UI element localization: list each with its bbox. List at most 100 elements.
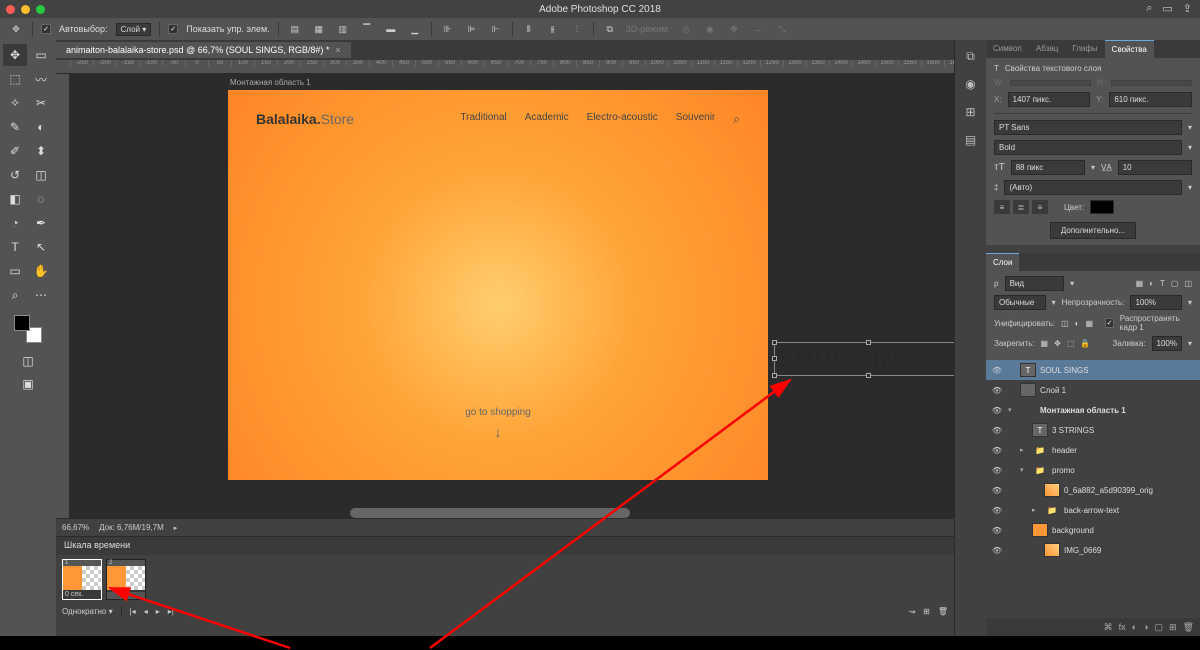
unify-visibility-icon[interactable]: ◐ [1075, 319, 1080, 328]
canvas[interactable]: Монтажная область 1 Balalaika.Store Trad… [70, 74, 954, 518]
align-right-icon[interactable]: ▥ [335, 21, 351, 37]
slide-3d-icon[interactable]: ↔ [750, 21, 766, 37]
magic-wand-tool[interactable]: ✧ [3, 92, 27, 114]
layer-row[interactable]: 👁background [986, 520, 1200, 540]
pan-3d-icon[interactable]: ✥ [726, 21, 742, 37]
layer-mask-icon[interactable]: ◐ [1132, 622, 1137, 632]
artboard-label[interactable]: Монтажная область 1 [230, 78, 311, 87]
tracking-field[interactable]: 10 [1118, 160, 1192, 175]
filter-text-icon[interactable]: T [1160, 279, 1165, 288]
pen-tool[interactable]: ✒ [29, 212, 53, 234]
lock-all-icon[interactable]: 🔒 [1080, 339, 1090, 348]
y-field[interactable]: 610 пикс. [1109, 92, 1192, 107]
layer-filter-dropdown[interactable]: Вид [1005, 276, 1065, 291]
new-layer-icon[interactable]: ⊞ [1169, 622, 1177, 633]
crop-tool[interactable]: ✂ [29, 92, 53, 114]
lock-artboard-icon[interactable]: ⬚ [1067, 339, 1075, 348]
duplicate-frame-button[interactable]: ⊞ [923, 607, 930, 616]
lock-position-icon[interactable]: ✥ [1054, 339, 1061, 348]
fill-field[interactable]: 100% [1152, 336, 1182, 351]
tab-glyphs[interactable]: Глифы [1065, 40, 1104, 58]
visibility-icon[interactable]: 👁 [990, 526, 1004, 535]
loop-dropdown[interactable]: Однократно ▾ [62, 607, 113, 616]
adjustment-layer-icon[interactable]: ◑ [1143, 622, 1148, 632]
screen-mode-tool[interactable]: ▣ [16, 373, 40, 395]
layer-row[interactable]: 👁TSOUL SINGS [986, 360, 1200, 380]
delete-layer-icon[interactable]: 🗑 [1183, 622, 1194, 633]
eraser-tool[interactable]: ◫ [29, 164, 53, 186]
zoom-level[interactable]: 66,67% [62, 523, 89, 532]
layer-row[interactable]: 👁▾📁promo [986, 460, 1200, 480]
opacity-field[interactable]: 100% [1130, 295, 1182, 310]
horizontal-ruler[interactable]: -250-200-150-100-50050100150200250300350… [56, 60, 954, 74]
move-tool[interactable]: ✥ [3, 44, 27, 66]
next-frame-button[interactable]: ▸| [168, 607, 174, 616]
eyedropper-tool[interactable]: ✎ [3, 116, 27, 138]
blur-tool[interactable]: ◌ [29, 188, 53, 210]
dodge-tool[interactable]: ◔ [3, 212, 27, 234]
distribute-4-icon[interactable]: ⫴ [521, 21, 537, 37]
distribute-3-icon[interactable]: ⊩ [488, 21, 504, 37]
distribute-2-icon[interactable]: ⊫ [464, 21, 480, 37]
type-tool[interactable]: T [3, 236, 27, 258]
unify-style-icon[interactable]: ▦ [1086, 319, 1094, 328]
visibility-icon[interactable]: 👁 [990, 406, 1004, 415]
distribute-1-icon[interactable]: ⊪ [440, 21, 456, 37]
foreground-color[interactable] [14, 315, 30, 331]
quick-mask-tool[interactable]: ◫ [16, 350, 40, 372]
lock-pixels-icon[interactable]: ▦ [1041, 339, 1049, 348]
prev-frame-button[interactable]: ◂ [144, 607, 148, 616]
tab-character[interactable]: Символ [986, 40, 1029, 58]
workspace-icon[interactable]: ▭ [1162, 2, 1172, 15]
selected-text-layer[interactable]: SOUL SINGS [778, 346, 936, 374]
align-center-h-icon[interactable]: ▦ [311, 21, 327, 37]
horizontal-scrollbar[interactable] [350, 508, 630, 518]
tween-button[interactable]: ↝ [908, 607, 915, 616]
advanced-button[interactable]: Дополнительно... [1050, 222, 1136, 239]
x-field[interactable]: 1407 пикс. [1008, 92, 1091, 107]
roll-3d-icon[interactable]: ◉ [702, 21, 718, 37]
leading-field[interactable]: (Авто) [1004, 180, 1182, 195]
visibility-icon[interactable]: 👁 [990, 426, 1004, 435]
history-brush-tool[interactable]: ↺ [3, 164, 27, 186]
share-icon[interactable]: ⇪ [1183, 2, 1192, 15]
align-text-right[interactable]: ≡ [1032, 200, 1048, 214]
maximize-window-button[interactable] [36, 5, 45, 14]
auto-select-checkbox[interactable]: ✓ [41, 24, 51, 34]
align-left-icon[interactable]: ▤ [287, 21, 303, 37]
close-window-button[interactable] [6, 5, 15, 14]
align-text-center[interactable]: ≣ [1013, 200, 1029, 214]
align-text-left[interactable]: ≡ [994, 200, 1010, 214]
brush-tool[interactable]: ✐ [3, 140, 27, 162]
filter-pixel-icon[interactable]: ▦ [1136, 279, 1144, 288]
gradient-tool[interactable]: ◧ [3, 188, 27, 210]
dock-libraries-icon[interactable]: ▤ [961, 130, 981, 150]
hand-tool[interactable]: ✋ [29, 260, 53, 282]
text-color-swatch[interactable] [1090, 200, 1114, 214]
propagate-checkbox[interactable]: ✓ [1105, 318, 1114, 328]
edit-toolbar[interactable]: ⋯ [29, 284, 53, 306]
layer-group-icon[interactable]: ▢ [1155, 622, 1164, 633]
tab-paragraph[interactable]: Абзац [1029, 40, 1065, 58]
layer-fx-icon[interactable]: fx [1119, 622, 1126, 632]
filter-shape-icon[interactable]: ▢ [1171, 279, 1179, 288]
filter-adjust-icon[interactable]: ◐ [1149, 279, 1154, 288]
tab-properties[interactable]: Свойства [1105, 40, 1154, 58]
font-weight-dropdown[interactable]: Bold [994, 140, 1182, 155]
artboard-tool[interactable]: ▭ [29, 44, 53, 66]
visibility-icon[interactable]: 👁 [990, 386, 1004, 395]
layer-row[interactable]: 👁▾Монтажная область 1 [986, 400, 1200, 420]
vertical-ruler[interactable] [56, 74, 70, 518]
visibility-icon[interactable]: 👁 [990, 546, 1004, 555]
align-bottom-icon[interactable]: ▁ [407, 21, 423, 37]
layer-row[interactable]: 👁Слой 1 [986, 380, 1200, 400]
timeline-frame-2[interactable]: 2 [106, 559, 146, 600]
delete-frame-button[interactable]: 🗑 [938, 607, 948, 616]
layer-row[interactable]: 👁IMG_0669 [986, 540, 1200, 560]
search-icon[interactable]: ⌕ [1146, 2, 1152, 15]
first-frame-button[interactable]: |◂ [130, 607, 136, 616]
window-controls[interactable] [6, 5, 45, 14]
visibility-icon[interactable]: 👁 [990, 446, 1004, 455]
marquee-tool[interactable]: ⬚ [3, 68, 27, 90]
doc-info[interactable]: Док: 6,76M/19,7M [99, 523, 164, 532]
